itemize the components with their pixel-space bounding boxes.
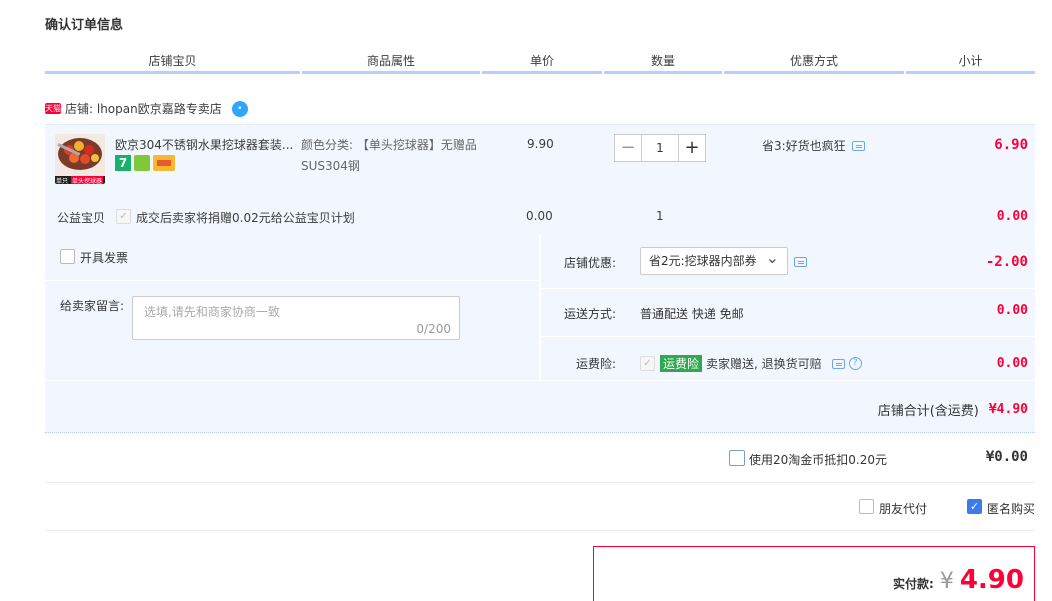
guarantee-icon bbox=[134, 155, 150, 171]
shop-total-amount: ¥4.90 bbox=[988, 402, 1028, 417]
item-promo: 省3:好货也疯狂 bbox=[762, 137, 865, 154]
charity-price: 0.00 bbox=[526, 209, 553, 223]
help-icon[interactable]: ? bbox=[848, 357, 862, 370]
divider bbox=[45, 280, 539, 281]
card-payment-icon bbox=[153, 155, 175, 171]
divider bbox=[541, 288, 1035, 289]
actual-payment-box: 实付款: ¥ 4.90 bbox=[593, 546, 1035, 601]
insurance-description: 卖家赠送, 退换货可赔 bbox=[706, 357, 822, 371]
insurance-amount: 0.00 bbox=[996, 356, 1028, 371]
insurance-label: 运费险: bbox=[576, 357, 617, 371]
col-header-subtotal: 小计 bbox=[906, 52, 1035, 74]
col-header-shop-item: 店铺宝贝 bbox=[45, 52, 300, 74]
invoice-label: 开具发票 bbox=[80, 251, 129, 265]
col-header-discount: 优惠方式 bbox=[724, 52, 904, 74]
currency-symbol: ¥ bbox=[939, 569, 954, 594]
memo-label: 给卖家留言: bbox=[60, 299, 125, 313]
charity-description: 成交后卖家将捐赠0.02元给公益宝贝计划 bbox=[136, 211, 355, 225]
shop-total: 店铺合计(含运费) ¥4.90 bbox=[878, 400, 1028, 419]
shipping-method: 普通配送 快递 免邮 bbox=[640, 307, 744, 321]
service-icons: 7 bbox=[115, 155, 175, 171]
divider bbox=[45, 530, 1035, 531]
anonymous-label: 匿名购买 bbox=[987, 502, 1036, 516]
seller-memo-textarea[interactable]: 选填,请先和商家协商一致 0/200 bbox=[132, 296, 460, 340]
quantity-stepper: − 1 + bbox=[614, 134, 706, 162]
anonymous-checkbox[interactable]: ✓ bbox=[967, 499, 982, 514]
thumb-tag: 单只 bbox=[56, 178, 69, 184]
shop-total-label: 店铺合计(含运费) bbox=[877, 404, 979, 419]
memo-placeholder: 选填,请先和商家协商一致 bbox=[144, 305, 280, 319]
product-name-link[interactable]: 欧京304不锈钢水果挖球器套装... bbox=[115, 136, 295, 153]
invoice-checkbox[interactable] bbox=[60, 249, 75, 264]
item-subtotal: 6.90 bbox=[994, 137, 1028, 153]
insurance-checkbox: ✓ bbox=[640, 356, 655, 371]
unit-price: 9.90 bbox=[527, 137, 554, 151]
product-thumbnail[interactable]: 单只 单头挖球器 bbox=[55, 134, 105, 184]
discount-message-icon[interactable] bbox=[794, 257, 807, 267]
charity-quantity: 1 bbox=[656, 209, 664, 223]
shop-row: 天猫 店铺: lhopan欧京嘉路专卖店 • bbox=[45, 100, 248, 117]
friend-pay-checkbox[interactable] bbox=[859, 499, 874, 514]
shop-discount-select[interactable]: 省2元:挖球器内部券 ⌄ bbox=[640, 247, 788, 275]
quantity-decrease-button[interactable]: − bbox=[614, 134, 642, 162]
thumb-label: 单头挖球器 bbox=[71, 176, 104, 184]
coins-label: 使用20淘金币抵扣0.20元 bbox=[749, 453, 887, 467]
product-material: SUS304钢 bbox=[301, 159, 360, 173]
actual-payment: 实付款: ¥ 4.90 bbox=[893, 565, 1024, 595]
divider bbox=[541, 336, 1035, 337]
divider bbox=[45, 482, 1035, 483]
shipping-label: 运送方式: bbox=[564, 307, 617, 321]
chevron-down-icon: ⌄ bbox=[765, 248, 779, 267]
shipping-amount: 0.00 bbox=[996, 303, 1028, 318]
coins-amount: ¥0.00 bbox=[985, 449, 1028, 465]
seven-day-return-icon: 7 bbox=[115, 155, 131, 171]
shop-discount-amount: -2.00 bbox=[985, 254, 1028, 270]
memo-char-counter: 0/200 bbox=[416, 322, 451, 336]
col-header-unit-price: 单价 bbox=[482, 52, 602, 74]
quantity-input[interactable]: 1 bbox=[642, 134, 678, 162]
actual-payment-amount: 4.90 bbox=[959, 565, 1024, 595]
charity-subtotal: 0.00 bbox=[996, 209, 1028, 224]
page-title: 确认订单信息 bbox=[45, 18, 124, 33]
shop-name[interactable]: 店铺: lhopan欧京嘉路专卖店 bbox=[65, 100, 222, 117]
charity-checkbox: ✓ bbox=[116, 209, 131, 224]
promo-message-icon[interactable] bbox=[851, 140, 865, 151]
insurance-tag: 运费险 bbox=[660, 355, 703, 372]
wangwang-chat-icon[interactable]: • bbox=[231, 100, 248, 117]
promo-text: 省3:好货也疯狂 bbox=[762, 139, 846, 153]
tmall-badge-icon: 天猫 bbox=[45, 103, 61, 114]
shop-discount-selected: 省2元:挖球器内部券 bbox=[649, 254, 757, 268]
actual-payment-label: 实付款: bbox=[893, 577, 934, 591]
quantity-increase-button[interactable]: + bbox=[678, 134, 706, 162]
charity-label: 公益宝贝 bbox=[57, 211, 106, 225]
insurance-info: 运费险 卖家赠送, 退换货可赔 ? bbox=[660, 355, 862, 372]
insurance-message-icon[interactable] bbox=[831, 358, 845, 369]
friend-pay-label: 朋友代付 bbox=[879, 502, 928, 516]
coins-checkbox[interactable] bbox=[729, 450, 745, 466]
product-attributes: 颜色分类: 【单头挖球器】无赠品 bbox=[301, 138, 477, 152]
col-header-attributes: 商品属性 bbox=[302, 52, 480, 74]
shop-discount-label: 店铺优惠: bbox=[564, 256, 617, 270]
col-header-quantity: 数量 bbox=[604, 52, 722, 74]
